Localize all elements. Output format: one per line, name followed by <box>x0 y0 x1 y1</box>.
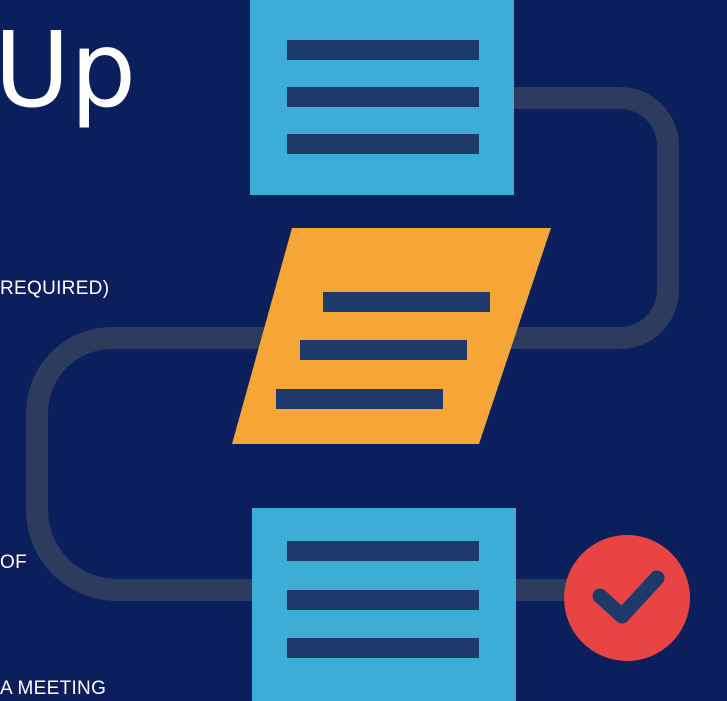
note-line <box>300 340 467 360</box>
doc-line <box>287 541 479 561</box>
doc-line <box>287 87 479 107</box>
checkmark-circle-icon <box>564 535 690 661</box>
document-icon-top <box>250 0 514 195</box>
note-line <box>323 292 490 312</box>
doc-line <box>287 40 479 60</box>
workflow-diagram <box>26 0 690 701</box>
doc-line <box>287 134 479 154</box>
doc-line <box>287 638 479 658</box>
note-line <box>276 389 443 409</box>
parallelogram-note-icon <box>232 228 551 444</box>
document-icon-bottom <box>252 508 516 701</box>
doc-line <box>287 590 479 610</box>
